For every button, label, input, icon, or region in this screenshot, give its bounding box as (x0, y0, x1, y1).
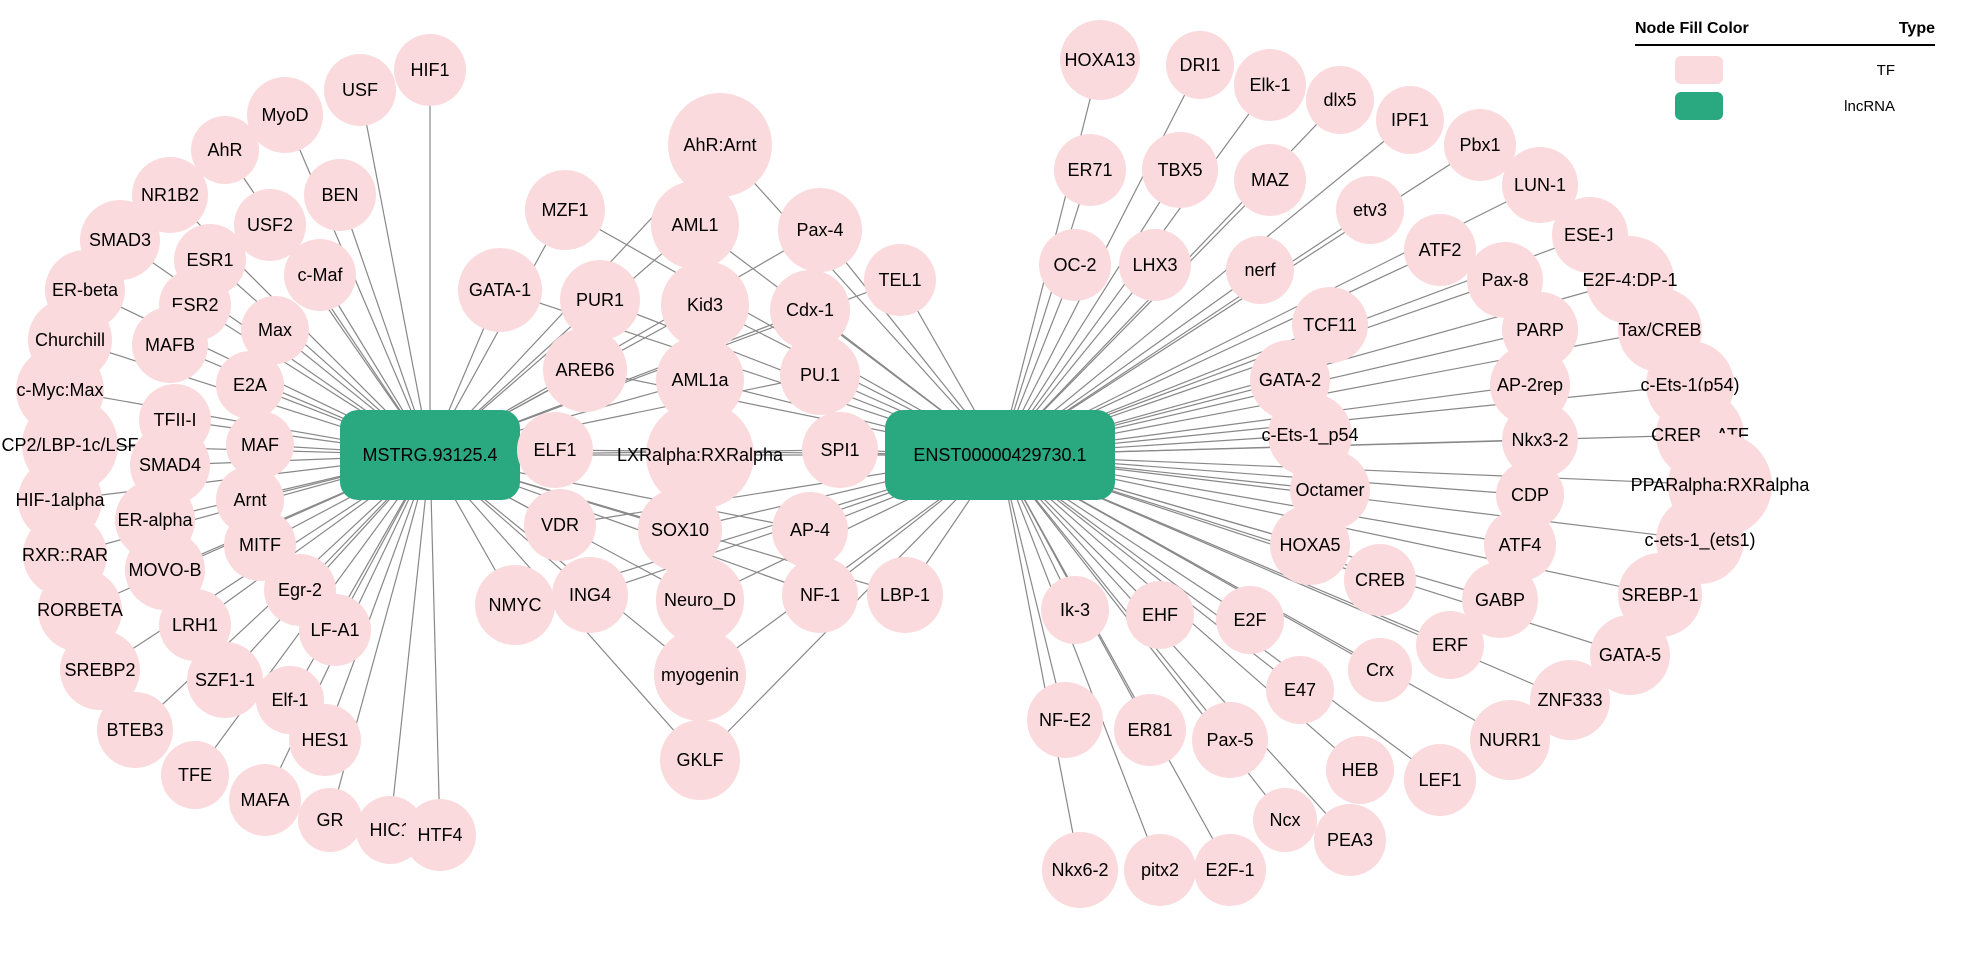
legend-col1: Node Fill Color (1635, 20, 1749, 38)
legend-swatch (1675, 92, 1723, 120)
tf-node: Ncx (1253, 788, 1317, 852)
tf-node: nerf (1226, 236, 1294, 304)
tf-node: SZF1-1 (187, 642, 263, 718)
tf-node: NF-E2 (1027, 682, 1103, 758)
lncrna-node: MSTRG.93125.4 (340, 410, 520, 500)
tf-node: etv3 (1336, 176, 1404, 244)
tf-node: TEL1 (864, 244, 936, 316)
legend-row: lncRNA (1635, 92, 1935, 120)
tf-node: AML1 (651, 181, 739, 269)
tf-node: Nkx6-2 (1042, 832, 1118, 908)
tf-node: AP-4 (772, 492, 848, 568)
tf-node: NURR1 (1470, 700, 1550, 780)
tf-node: PU.1 (780, 335, 860, 415)
tf-node: Pax-5 (1192, 702, 1268, 778)
legend-label: TF (1877, 62, 1895, 79)
tf-node: myogenin (654, 629, 746, 721)
tf-node: MAZ (1234, 144, 1306, 216)
tf-node: LF-A1 (299, 594, 371, 666)
tf-node: LBP-1 (867, 557, 943, 633)
tf-node: DRI1 (1166, 31, 1234, 99)
tf-node: Elk-1 (1234, 49, 1306, 121)
tf-node: E2A (216, 351, 284, 419)
tf-node: HEB (1326, 736, 1394, 804)
tf-node: Ik-3 (1041, 576, 1109, 644)
lncrna-node: ENST00000429730.1 (885, 410, 1115, 500)
legend-row: TF (1635, 56, 1935, 84)
tf-node: PUR1 (560, 260, 640, 340)
tf-node: ELF1 (517, 412, 593, 488)
tf-node: E2F-1 (1194, 834, 1266, 906)
legend-col2: Type (1899, 20, 1935, 38)
tf-node: c-Maf (284, 239, 356, 311)
tf-node: VDR (524, 489, 596, 561)
tf-node: E47 (1266, 656, 1334, 724)
tf-node: IPF1 (1376, 86, 1444, 154)
tf-node: LEF1 (1404, 744, 1476, 816)
tf-node: Pax-4 (778, 188, 862, 272)
tf-node: MZF1 (525, 170, 605, 250)
tf-node: pitx2 (1124, 834, 1196, 906)
tf-node: ING4 (552, 557, 628, 633)
tf-node: TFE (161, 741, 229, 809)
tf-node: ERF (1416, 611, 1484, 679)
tf-node: SPI1 (802, 412, 878, 488)
tf-node: HOXA13 (1060, 20, 1140, 100)
tf-node: HOXA5 (1270, 505, 1350, 585)
tf-node: BTEB3 (97, 692, 173, 768)
tf-node: NF-1 (782, 557, 858, 633)
tf-node: dlx5 (1306, 66, 1374, 134)
tf-node: ATF2 (1404, 214, 1476, 286)
tf-node: HIF1 (394, 34, 466, 106)
tf-node: MAFB (132, 307, 208, 383)
tf-node: EHF (1126, 581, 1194, 649)
tf-node: CREB (1344, 544, 1416, 616)
tf-node: E2F (1216, 586, 1284, 654)
tf-node: GKLF (660, 720, 740, 800)
legend-swatch (1675, 56, 1723, 84)
tf-node: LHX3 (1119, 229, 1191, 301)
tf-node: USF (324, 54, 396, 126)
tf-node: NMYC (475, 565, 555, 645)
tf-node: ER81 (1114, 694, 1186, 766)
tf-node: OC-2 (1039, 229, 1111, 301)
tf-node: GATA-1 (458, 248, 542, 332)
tf-node: PEA3 (1314, 804, 1386, 876)
tf-node: MAFA (229, 764, 301, 836)
tf-node: Crx (1348, 638, 1412, 702)
tf-node: TBX5 (1142, 132, 1218, 208)
legend: Node Fill Color Type TF lncRNA (1635, 20, 1935, 128)
tf-node: GR (298, 788, 362, 852)
tf-node: HES1 (289, 704, 361, 776)
tf-node: BEN (304, 159, 376, 231)
legend-label: lncRNA (1844, 98, 1895, 115)
tf-node: AREB6 (543, 328, 627, 412)
tf-node: HTF4 (404, 799, 476, 871)
tf-node: ER71 (1054, 134, 1126, 206)
tf-node: MyoD (247, 77, 323, 153)
